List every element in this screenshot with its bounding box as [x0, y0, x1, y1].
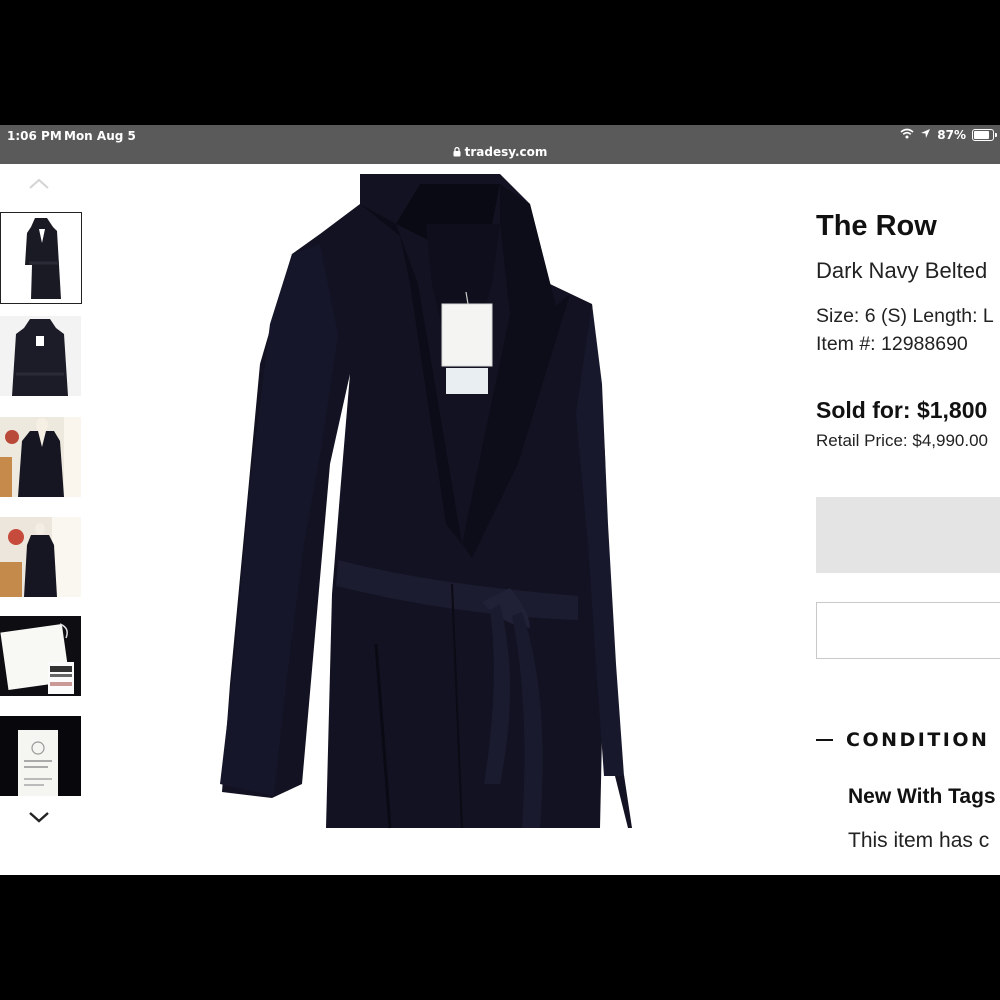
- product-info: The Row Dark Navy Belted Size: 6 (S) Len…: [816, 164, 1000, 875]
- thumbnail-care-label-image: [0, 716, 81, 796]
- thumbnail-6[interactable]: [0, 716, 81, 796]
- retail-price-line: Retail Price: $4,990.00: [816, 431, 988, 450]
- sold-label: Sold for:: [816, 397, 917, 423]
- product-brand[interactable]: The Row: [816, 210, 937, 243]
- thumbnail-coat-mannequin-image: [0, 417, 81, 497]
- chevron-down-icon: [29, 812, 49, 823]
- product-title: Dark Navy Belted: [816, 258, 988, 283]
- product-page: The Row Dark Navy Belted Size: 6 (S) Len…: [0, 164, 1000, 875]
- main-product-image[interactable]: [200, 164, 660, 875]
- thumbnail-scroll-up-button[interactable]: [27, 176, 51, 190]
- thumbnail-3[interactable]: [0, 417, 81, 497]
- status-date: Mon Aug 5: [64, 129, 136, 143]
- coat-photo: [200, 164, 660, 875]
- sold-price: $1,800: [916, 397, 988, 423]
- size-length-line: Size: 6 (S) Length: L: [816, 305, 994, 327]
- url-bar[interactable]: tradesy.com: [0, 145, 1000, 160]
- battery-icon: [972, 129, 997, 141]
- thumbnail-2[interactable]: [0, 316, 81, 396]
- thumbnail-coat-room-image: [0, 517, 81, 597]
- thumbnail-price-tag-image: [0, 616, 81, 696]
- status-indicators: 87%: [900, 128, 997, 142]
- status-time: 1:06 PM: [7, 129, 62, 143]
- product-meta: Size: 6 (S) Length: L Item #: 12988690: [816, 302, 994, 358]
- item-number-line: Item #: 12988690: [816, 333, 968, 355]
- thumbnail-coat-front-image: [1, 213, 81, 303]
- status-bar: 1:06 PM Mon Aug 5 87% tradesy.com: [0, 125, 1000, 164]
- secondary-action-button[interactable]: [816, 602, 1000, 659]
- battery-percent: 87%: [937, 128, 966, 142]
- condition-toggle[interactable]: CONDITION: [816, 729, 989, 751]
- sold-price-line: Sold for: $1,800: [816, 397, 987, 424]
- thumbnail-4[interactable]: [0, 517, 81, 597]
- condition-description: This item has c: [848, 829, 990, 852]
- condition-value: New With Tags: [848, 785, 996, 808]
- primary-action-button[interactable]: [816, 497, 1000, 573]
- location-arrow-icon: [920, 128, 931, 142]
- lock-icon: [453, 146, 461, 160]
- chevron-up-icon: [29, 178, 49, 189]
- wifi-icon: [900, 128, 914, 142]
- thumbnail-coat-collar-image: [0, 316, 81, 396]
- thumbnail-scroll-down-button[interactable]: [27, 809, 51, 825]
- thumbnail-5[interactable]: [0, 616, 81, 696]
- condition-heading: CONDITION: [846, 729, 990, 751]
- collapse-dash-icon: [816, 739, 833, 741]
- thumbnail-1[interactable]: [0, 212, 82, 304]
- url-text: tradesy.com: [464, 145, 548, 159]
